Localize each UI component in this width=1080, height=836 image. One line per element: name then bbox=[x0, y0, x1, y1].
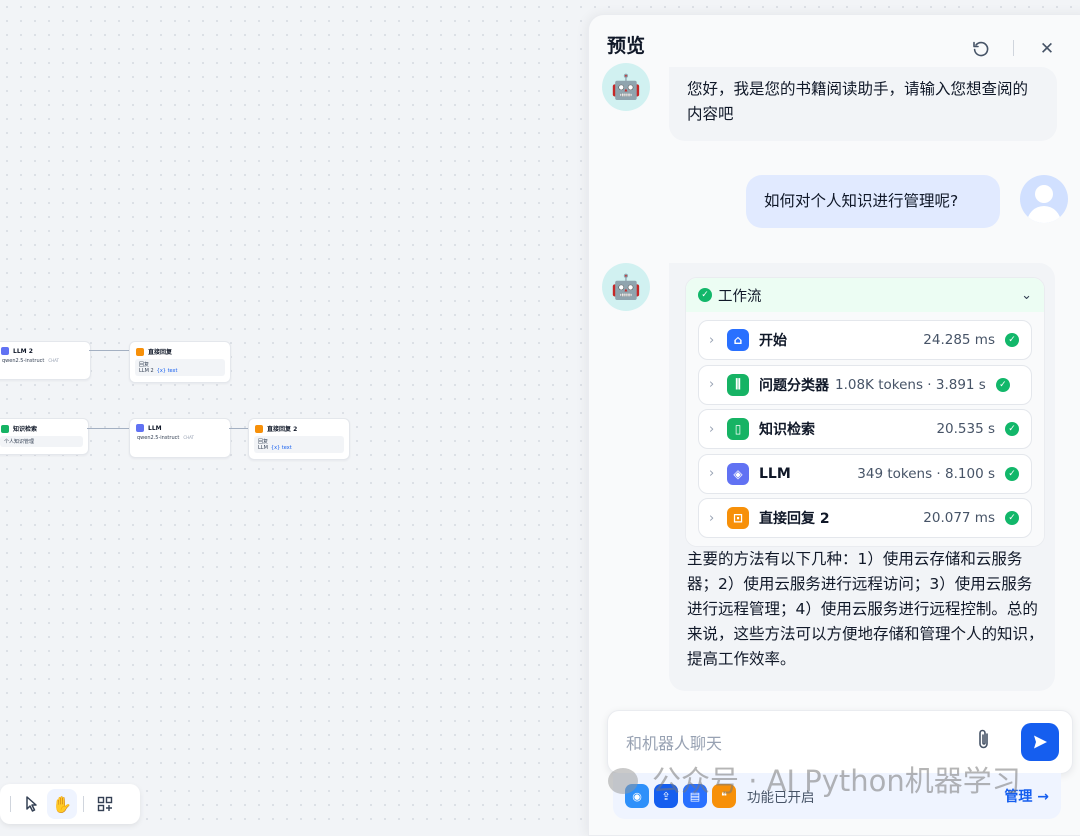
model-name: qwen2.5-instruct bbox=[137, 435, 180, 441]
var-name: {x} text bbox=[270, 445, 292, 451]
var-name: {x} text bbox=[156, 368, 178, 374]
node-direct-reply-2[interactable]: 直接回复 2 回复 LLM {x} text bbox=[248, 418, 350, 460]
node-title: 知识检索 bbox=[13, 426, 38, 433]
canvas-toolbar: ✋ bbox=[0, 784, 140, 824]
header-divider bbox=[1013, 40, 1014, 56]
step-name: 知识检索 bbox=[759, 422, 815, 438]
step-name: 开始 bbox=[759, 333, 787, 349]
edge bbox=[229, 428, 249, 429]
step-meta: 1.08K tokens · 3.891 s bbox=[835, 376, 986, 393]
edge bbox=[87, 428, 130, 429]
refresh-icon[interactable] bbox=[969, 37, 993, 61]
check-icon: ✓ bbox=[1005, 511, 1019, 525]
check-icon: ✓ bbox=[698, 288, 712, 302]
step-meta: 20.077 ms bbox=[923, 510, 995, 526]
step-name: 直接回复 2 bbox=[759, 511, 830, 527]
step-meta: 349 tokens · 8.100 s bbox=[857, 465, 995, 482]
step-name: 问题分类器 bbox=[759, 377, 829, 394]
node-title: LLM bbox=[148, 424, 162, 432]
step-meta: 24.285 ms bbox=[923, 332, 995, 348]
check-icon: ✓ bbox=[995, 377, 1010, 392]
node-llm[interactable]: LLM qwen2.5-instruct CHAT bbox=[129, 418, 231, 458]
toolbar-divider bbox=[83, 796, 84, 812]
watermark-text: 公众号 · AI Python机器学习 bbox=[652, 764, 1021, 798]
llm-icon bbox=[136, 424, 144, 432]
check-icon: ✓ bbox=[1005, 422, 1019, 436]
node-title: 直接回复 bbox=[148, 349, 173, 356]
workflow-step-llm[interactable]: › ◈ LLM 349 tokens · 8.100 s ✓ bbox=[698, 453, 1032, 494]
node-llm-2[interactable]: LLM 2 qwen2.5-instruct CHAT bbox=[0, 341, 91, 380]
greeting-message: 您好，我是您的书籍阅读助手，请输入您想查阅的内容吧 bbox=[669, 67, 1057, 141]
chat-input[interactable] bbox=[624, 727, 958, 759]
node-field-label: 回复 bbox=[139, 362, 150, 368]
send-button[interactable] bbox=[1021, 723, 1059, 761]
chevron-down-icon[interactable]: ⌄ bbox=[1021, 288, 1032, 303]
workflow-step-knowledge[interactable]: › ▯ 知识检索 20.535 s ✓ bbox=[698, 409, 1032, 449]
user-message: 如何对个人知识进行管理呢? bbox=[746, 175, 1000, 228]
node-field: 个人知识管理 bbox=[0, 436, 83, 447]
var-node: LLM bbox=[258, 445, 268, 451]
check-icon: ✓ bbox=[1005, 333, 1019, 347]
workflow-steps: › ⌂ 开始 24.285 ms ✓ › ⫼ 问题分类器 1.08K token… bbox=[686, 312, 1044, 546]
toolbar-divider bbox=[10, 796, 11, 812]
close-icon[interactable]: ✕ bbox=[1035, 37, 1059, 61]
workflow-step-classifier[interactable]: › ⫼ 问题分类器 1.08K tokens · 3.891 s ✓ bbox=[698, 364, 1032, 405]
workflow-step-reply[interactable]: › ⊡ 直接回复 2 20.077 ms ✓ bbox=[698, 498, 1032, 538]
step-name: LLM bbox=[759, 465, 791, 482]
hand-icon[interactable]: ✋ bbox=[47, 789, 77, 819]
wechat-icon bbox=[608, 768, 638, 794]
layout-icon[interactable] bbox=[90, 789, 120, 819]
var-node: LLM 2 bbox=[139, 368, 154, 374]
watermark: 公众号 · AI Python机器学习 bbox=[608, 758, 1021, 800]
workflow-header[interactable]: ✓ 工作流 ⌄ bbox=[686, 278, 1044, 312]
node-title: 直接回复 2 bbox=[267, 426, 298, 433]
classifier-icon: ⫼ bbox=[727, 373, 749, 396]
pointer-icon[interactable] bbox=[17, 789, 47, 819]
node-direct-reply[interactable]: 直接回复 回复 LLM 2 {x} text bbox=[129, 341, 231, 383]
chevron-right-icon: › bbox=[709, 421, 715, 437]
bot-avatar: 🤖 bbox=[602, 263, 650, 311]
user-avatar bbox=[1020, 175, 1068, 223]
model-name: qwen2.5-instruct bbox=[2, 358, 45, 364]
home-icon: ⌂ bbox=[727, 329, 749, 351]
chevron-right-icon: › bbox=[709, 332, 715, 348]
workflow-trace: ✓ 工作流 ⌄ › ⌂ 开始 24.285 ms ✓ › ⫼ 问题分类器 1.0… bbox=[685, 277, 1045, 547]
bot-avatar: 🤖 bbox=[602, 63, 650, 111]
chevron-right-icon: › bbox=[709, 466, 715, 481]
answer-text: 主要的方法有以下几种：1）使用云存储和云服务器；2）使用云服务进行远程访问；3）… bbox=[687, 550, 1044, 668]
reply-icon: ⊡ bbox=[727, 507, 749, 529]
node-field-label: 回复 bbox=[258, 439, 269, 445]
node-knowledge-retrieval[interactable]: 知识检索 个人知识管理 bbox=[0, 418, 89, 455]
workflow-title: 工作流 bbox=[718, 288, 762, 305]
preview-panel: 预览 ✕ 🤖 您好，我是您的书籍阅读助手，请输入您想查阅的内容吧 如何对个人知识… bbox=[588, 14, 1080, 836]
book-icon bbox=[1, 424, 9, 433]
book-icon: ▯ bbox=[727, 418, 749, 440]
llm-icon bbox=[1, 347, 9, 355]
chevron-right-icon: › bbox=[709, 377, 715, 392]
paperclip-icon[interactable] bbox=[976, 728, 992, 755]
model-tag: CHAT bbox=[183, 435, 194, 440]
workflow-step-start[interactable]: › ⌂ 开始 24.285 ms ✓ bbox=[698, 320, 1032, 360]
panel-title: 预览 bbox=[607, 35, 646, 57]
llm-icon: ◈ bbox=[727, 462, 749, 485]
node-title: LLM 2 bbox=[13, 347, 33, 355]
step-meta: 20.535 s bbox=[936, 421, 995, 437]
reply-icon bbox=[136, 347, 144, 356]
reply-icon bbox=[255, 424, 263, 433]
check-icon: ✓ bbox=[1005, 466, 1019, 481]
chevron-right-icon: › bbox=[709, 510, 715, 526]
model-tag: CHAT bbox=[48, 358, 59, 363]
edge bbox=[89, 350, 130, 351]
